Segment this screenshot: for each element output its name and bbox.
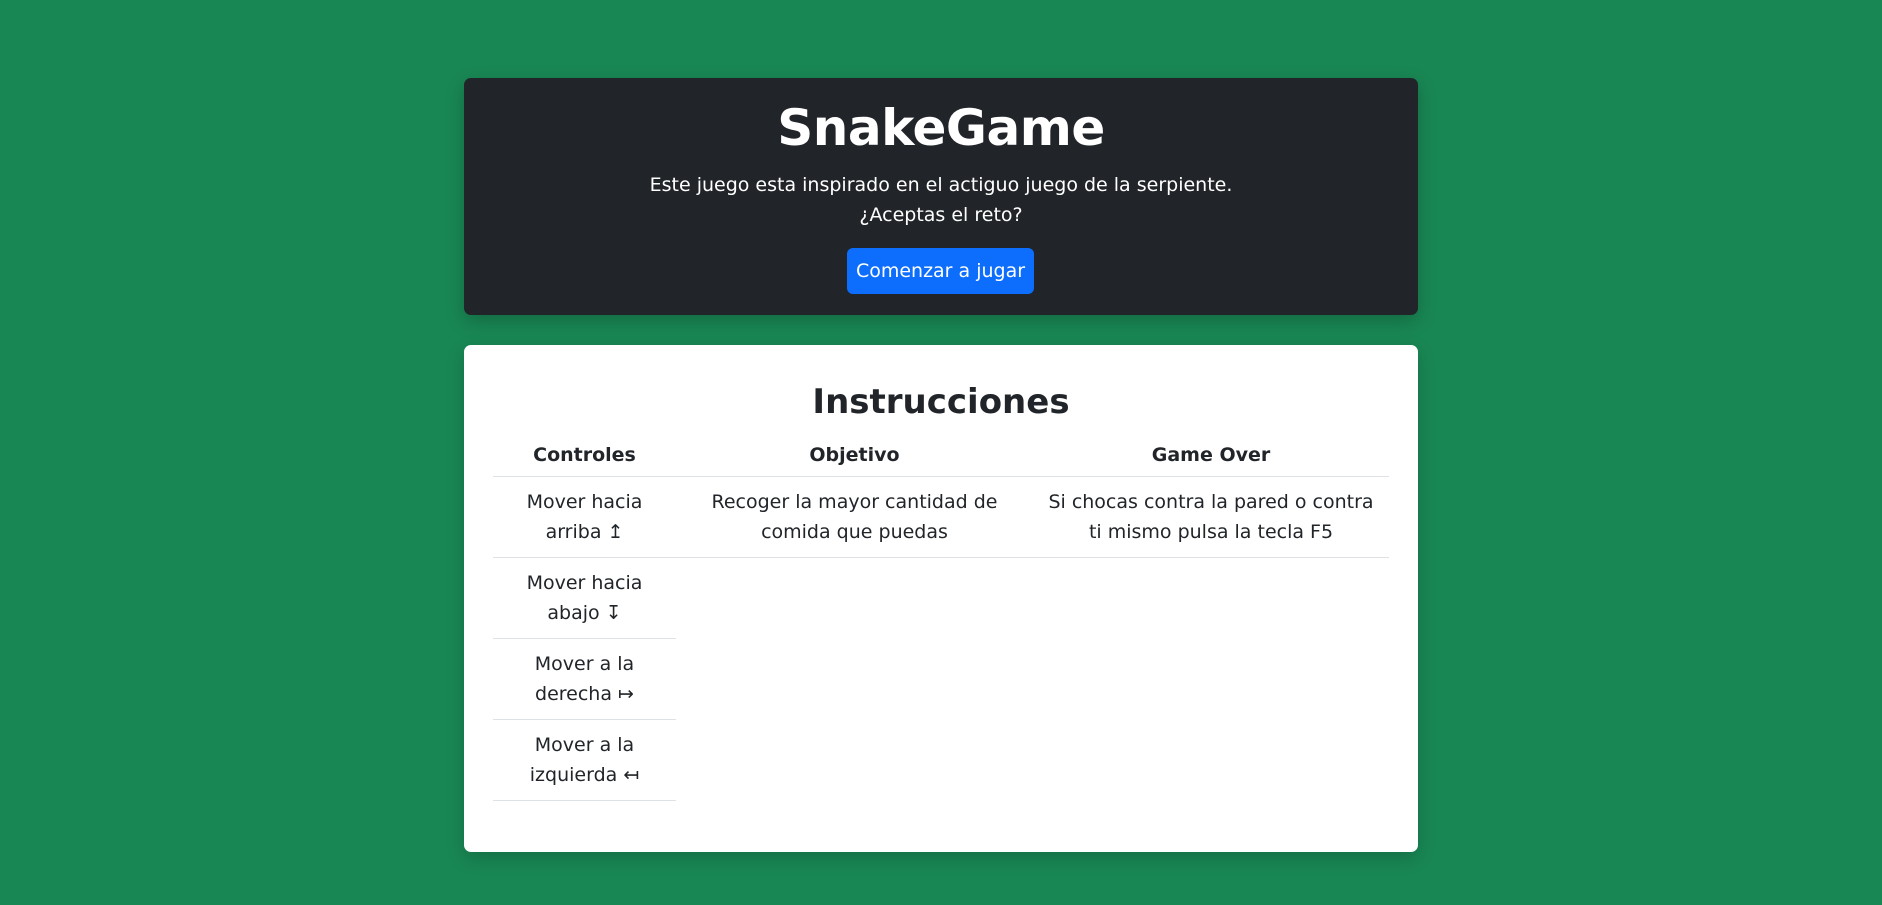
game-over-column: Game Over Si chocas contra la pared o co… <box>1033 433 1389 558</box>
table-header-objetivo: Objetivo <box>676 433 1033 477</box>
instructions-title: Instrucciones <box>812 382 1070 422</box>
table-header-controles: Controles <box>493 433 676 477</box>
objective-column: Objetivo Recoger la mayor cantidad de co… <box>676 433 1033 558</box>
hero-text-line-1: Este juego esta inspirado en el actiguo … <box>649 174 1233 196</box>
control-up: Mover hacia arriba ↥ <box>493 477 676 558</box>
page: SnakeGame Este juego esta inspirado en e… <box>0 0 1882 905</box>
objective-text: Recoger la mayor cantidad de comida que … <box>676 477 1033 558</box>
game-over-text: Si chocas contra la pared o contra ti mi… <box>1033 477 1389 558</box>
instructions-card: Instrucciones Controles Mover hacia arri… <box>464 345 1418 852</box>
hero-banner: SnakeGame Este juego esta inspirado en e… <box>464 78 1418 315</box>
control-down: Mover hacia abajo ↧ <box>493 558 676 639</box>
hero-description: Este juego esta inspirado en el actiguo … <box>464 170 1418 230</box>
hero-title: SnakeGame <box>777 99 1105 157</box>
hero-text-line-2: ¿Aceptas el reto? <box>859 204 1023 226</box>
controls-column: Controles Mover hacia arriba ↥ Mover hac… <box>493 433 676 801</box>
table-header-game-over: Game Over <box>1033 433 1389 477</box>
control-right: Mover a la derecha ↦ <box>493 639 676 720</box>
control-left: Mover a la izquierda ↤ <box>493 720 676 801</box>
start-game-button[interactable]: Comenzar a jugar <box>847 248 1034 294</box>
